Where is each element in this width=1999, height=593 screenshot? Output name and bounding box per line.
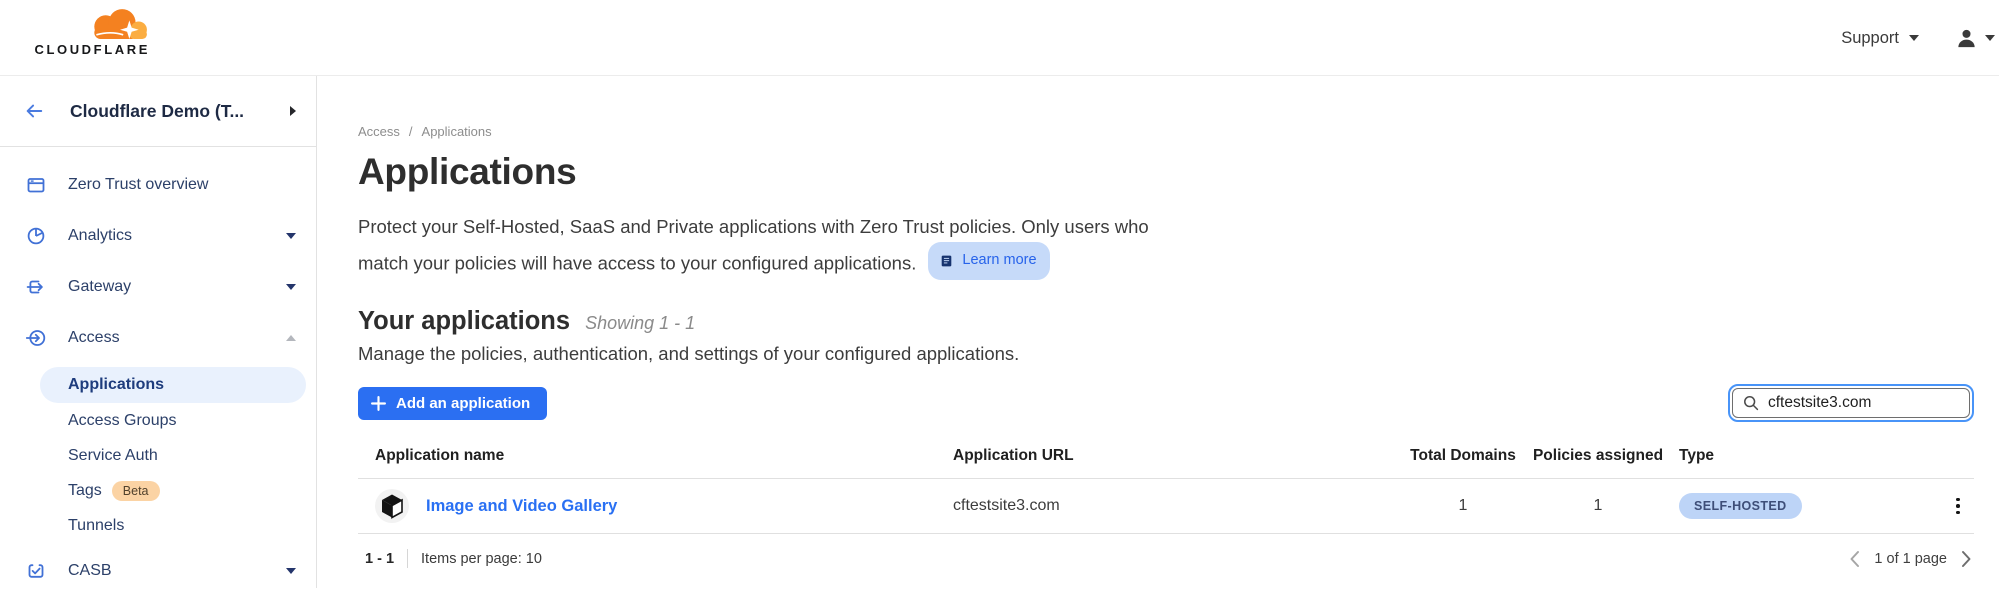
- support-menu[interactable]: Support: [1841, 29, 1919, 48]
- items-per-page[interactable]: Items per page: 10: [421, 551, 542, 567]
- page-description: Protect your Self-Hosted, SaaS and Priva…: [358, 211, 1974, 280]
- main-content: Access / Applications Applications Prote…: [318, 76, 1999, 588]
- sidebar-item-access-groups[interactable]: Access Groups: [0, 403, 316, 438]
- breadcrumb: Access / Applications: [358, 124, 1974, 139]
- access-login-icon: [26, 328, 46, 348]
- book-icon: [939, 254, 954, 268]
- column-application-name: Application name: [375, 447, 953, 465]
- sidebar-item-label: Access Groups: [68, 412, 176, 430]
- application-url-cell: cftestsite3.com: [953, 497, 1403, 515]
- plus-icon: [371, 396, 386, 411]
- sidebar-item-label: Tunnels: [68, 517, 124, 535]
- applications-table: Application name Application URL Total D…: [358, 447, 1974, 534]
- application-cube-icon: [375, 489, 409, 523]
- type-badge: SELF-HOSTED: [1679, 493, 1802, 519]
- chevron-right-icon[interactable]: [290, 106, 296, 116]
- support-label: Support: [1841, 29, 1899, 48]
- table-header-row: Application name Application URL Total D…: [358, 447, 1974, 479]
- sidebar-item-analytics[interactable]: Analytics: [0, 214, 316, 258]
- user-icon: [1955, 27, 1978, 50]
- sidebar-item-service-auth[interactable]: Service Auth: [0, 438, 316, 473]
- sidebar-item-label: Zero Trust overview: [68, 176, 208, 194]
- beta-badge: Beta: [112, 481, 160, 501]
- chevron-down-icon[interactable]: [286, 233, 296, 239]
- table-row: Image and Video Gallery cftestsite3.com …: [358, 479, 1974, 534]
- analytics-pie-icon: [26, 226, 46, 246]
- search-input[interactable]: [1768, 394, 1953, 412]
- cloudflare-logo-text: CLOUDFLARE: [34, 42, 150, 57]
- divider: [407, 549, 408, 568]
- sidebar-item-label: Gateway: [68, 278, 131, 296]
- learn-more-label: Learn more: [962, 245, 1036, 276]
- sidebar-item-label: CASB: [68, 562, 112, 580]
- add-application-button[interactable]: Add an application: [358, 387, 547, 420]
- chevron-down-icon[interactable]: [286, 284, 296, 290]
- casb-box-check-icon: [26, 561, 46, 581]
- chevron-down-icon[interactable]: [286, 568, 296, 574]
- sidebar-item-casb[interactable]: CASB: [0, 549, 316, 593]
- page-indicator: 1 of 1 page: [1874, 551, 1947, 567]
- chevron-up-icon[interactable]: [286, 335, 296, 341]
- sidebar-item-access[interactable]: Access: [0, 316, 316, 360]
- breadcrumb-access[interactable]: Access: [358, 124, 400, 139]
- policies-assigned-cell: 1: [1523, 497, 1673, 515]
- chevron-down-icon: [1909, 35, 1919, 41]
- sidebar-item-tags[interactable]: Tags Beta: [0, 473, 316, 508]
- column-policies-assigned: Policies assigned: [1523, 447, 1673, 465]
- breadcrumb-applications[interactable]: Applications: [422, 124, 492, 139]
- chevron-down-icon: [1985, 35, 1995, 41]
- breadcrumb-separator: /: [409, 124, 413, 139]
- sidebar-nav: Zero Trust overview Analytics Gateway A: [0, 147, 316, 593]
- sidebar-item-label: Access: [68, 329, 120, 347]
- showing-count: Showing 1 - 1: [585, 313, 695, 334]
- gateway-icon: [26, 277, 46, 297]
- pagination-bar: 1 - 1 Items per page: 10 1 of 1 page: [358, 534, 1974, 568]
- sidebar-item-label: Service Auth: [68, 447, 158, 465]
- sidebar-account-header: Cloudflare Demo (T...: [0, 76, 316, 147]
- section-title: Your applications: [358, 307, 570, 336]
- search-field-focus-ring: [1728, 384, 1974, 422]
- column-type: Type: [1679, 447, 1914, 465]
- search-field: [1732, 388, 1970, 418]
- sidebar-item-gateway[interactable]: Gateway: [0, 265, 316, 309]
- overview-window-icon: [26, 175, 46, 195]
- sidebar-item-label: Analytics: [68, 227, 132, 245]
- sidebar: Cloudflare Demo (T... Zero Trust overvie…: [0, 76, 317, 588]
- row-actions-menu-icon[interactable]: [1952, 494, 1964, 519]
- cloudflare-cloud-icon: [84, 7, 150, 40]
- sidebar-item-tunnels[interactable]: Tunnels: [0, 508, 316, 543]
- next-page-button[interactable]: [1961, 550, 1972, 568]
- add-application-label: Add an application: [396, 395, 530, 412]
- user-menu[interactable]: [1955, 27, 1995, 50]
- page-title: Applications: [358, 151, 1974, 193]
- description-line1: Protect your Self-Hosted, SaaS and Priva…: [358, 216, 1149, 237]
- top-header: CLOUDFLARE Support: [0, 0, 1999, 76]
- back-arrow-icon[interactable]: [24, 101, 44, 121]
- learn-more-button[interactable]: Learn more: [928, 242, 1049, 280]
- account-name[interactable]: Cloudflare Demo (T...: [70, 101, 290, 122]
- search-icon: [1743, 395, 1759, 411]
- previous-page-button[interactable]: [1849, 550, 1860, 568]
- sidebar-item-applications[interactable]: Applications: [40, 367, 306, 403]
- column-application-url: Application URL: [953, 447, 1403, 465]
- section-description: Manage the policies, authentication, and…: [358, 343, 1974, 365]
- sidebar-item-label: Tags: [68, 482, 102, 500]
- column-total-domains: Total Domains: [1403, 447, 1523, 465]
- description-line2: match your policies will have access to …: [358, 253, 916, 274]
- pagination-range: 1 - 1: [365, 551, 394, 567]
- sidebar-item-zero-trust-overview[interactable]: Zero Trust overview: [0, 163, 316, 207]
- cloudflare-logo: CLOUDFLARE: [18, 7, 150, 57]
- sidebar-item-label: Applications: [68, 376, 164, 394]
- total-domains-cell: 1: [1403, 497, 1523, 515]
- application-name-link[interactable]: Image and Video Gallery: [426, 497, 617, 516]
